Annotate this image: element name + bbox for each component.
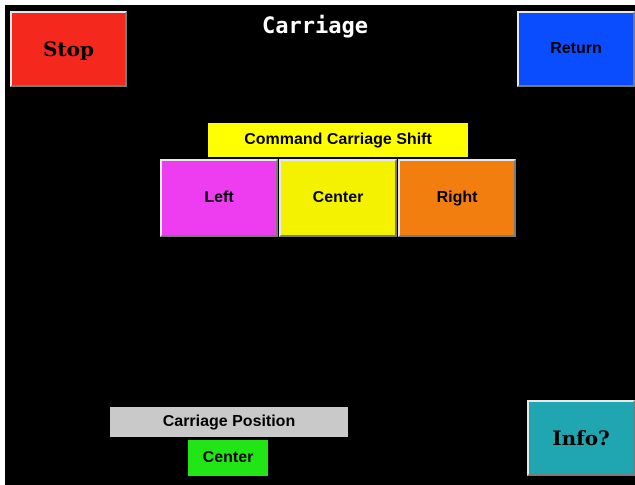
stop-button[interactable]: Stop (10, 11, 127, 87)
info-button[interactable]: Info? (527, 400, 635, 476)
hmi-screen: Carriage Stop Return Command Carriage Sh… (0, 0, 635, 485)
shift-center-button[interactable]: Center (279, 159, 397, 237)
command-carriage-shift-label: Command Carriage Shift (208, 123, 468, 157)
carriage-position-value: Center (188, 440, 268, 476)
carriage-position-label: Carriage Position (110, 407, 348, 437)
screen-title: Carriage (262, 14, 368, 39)
return-button[interactable]: Return (517, 11, 635, 87)
shift-right-button[interactable]: Right (398, 159, 516, 237)
shift-left-button[interactable]: Left (160, 159, 278, 237)
